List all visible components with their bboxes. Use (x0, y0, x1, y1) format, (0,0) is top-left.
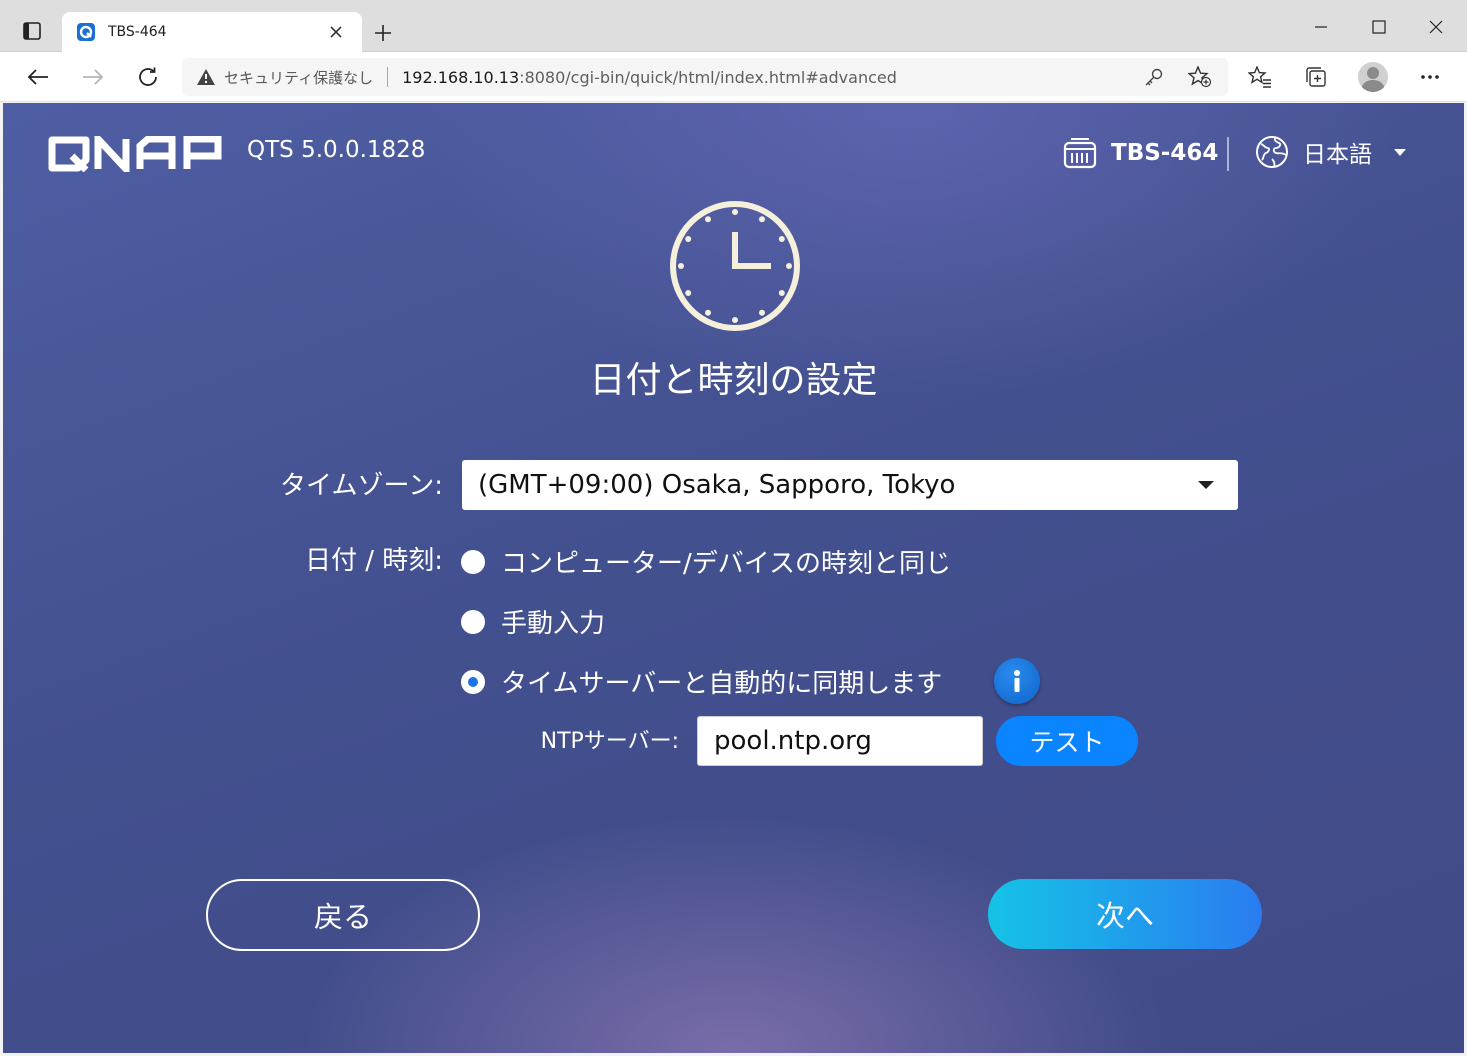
warning-icon (197, 69, 215, 85)
header-separator (1227, 137, 1229, 171)
back-nav-button[interactable] (20, 60, 56, 94)
refresh-icon (139, 67, 157, 86)
minimize-icon (1315, 26, 1327, 28)
key-icon (1145, 68, 1163, 86)
radio-label: コンピューター/デバイスの時刻と同じ (501, 549, 951, 579)
url-host: 192.168.10.13 (402, 67, 520, 87)
info-icon (1014, 670, 1020, 692)
settings-more-button[interactable] (1414, 62, 1446, 92)
device-name: TBS-464 (1111, 140, 1219, 166)
collections-icon (1306, 67, 1326, 87)
browser-nav-bar: セキュリティ保護なし 192.168.10.13:8080/cgi-bin/qu… (0, 52, 1467, 102)
maximize-icon (1372, 20, 1386, 34)
nas-device-icon (1063, 138, 1097, 169)
arrow-left-icon (27, 69, 48, 85)
close-window-button[interactable] (1413, 12, 1459, 42)
timezone-label: タイムゾーン: (280, 471, 443, 501)
profile-avatar[interactable] (1358, 62, 1388, 92)
new-tab-button[interactable] (368, 18, 398, 48)
os-version: QTS 5.0.0.1828 (247, 137, 426, 163)
address-separator (387, 67, 389, 87)
page-title: 日付と時刻の設定 (589, 360, 878, 401)
security-warning-text: セキュリティ保護なし (224, 68, 374, 87)
test-button[interactable]: テスト (996, 716, 1138, 766)
add-favorite-button[interactable] (1188, 66, 1212, 88)
timezone-select[interactable]: (GMT+09:00) Osaka, Sapporo, Tokyo (462, 460, 1238, 510)
qnap-favicon-icon (76, 22, 96, 42)
language-label: 日本語 (1303, 142, 1372, 168)
radio-option-manual[interactable]: 手動入力 (461, 603, 605, 640)
device-info: TBS-464 (1063, 137, 1218, 169)
timezone-value: (GMT+09:00) Osaka, Sapporo, Tokyo (478, 470, 956, 500)
qnap-logo (48, 130, 228, 178)
security-warning[interactable]: セキュリティ保護なし (196, 67, 373, 88)
tab-actions-icon (23, 22, 41, 40)
tab-actions-button[interactable] (14, 16, 50, 46)
arrow-right-icon (83, 69, 104, 85)
close-icon (1429, 20, 1443, 34)
info-button[interactable] (994, 658, 1040, 704)
favorites-list-icon (1248, 66, 1271, 88)
caret-down-icon (1198, 481, 1214, 489)
ntp-server-input[interactable] (697, 716, 983, 766)
close-icon (330, 26, 342, 38)
refresh-button[interactable] (130, 60, 166, 94)
password-key-button[interactable] (1142, 66, 1166, 88)
radio-label: タイムサーバーと自動的に同期します (501, 669, 943, 699)
radio-option-same-as-computer[interactable]: コンピューター/デバイスの時刻と同じ (461, 543, 951, 580)
star-add-icon (1188, 66, 1212, 88)
favorites-button[interactable] (1244, 62, 1276, 92)
minimize-button[interactable] (1298, 12, 1344, 42)
more-dots-icon (1421, 75, 1439, 79)
plus-icon (375, 25, 391, 41)
globe-icon (1256, 136, 1288, 168)
radio-button[interactable] (461, 549, 485, 574)
qts-setup-page: QTS 5.0.0.1828 TBS-464 日本語 日付と時刻の設定 タイムゾ… (3, 103, 1464, 1053)
collections-button[interactable] (1300, 62, 1332, 92)
url-path: :8080/cgi-bin/quick/html/index.html#adva… (519, 67, 897, 87)
browser-tab-bar: TBS-464 (0, 0, 1467, 52)
radio-button-checked[interactable] (461, 669, 485, 694)
next-button[interactable]: 次へ (988, 879, 1262, 949)
datetime-label: 日付 / 時刻: (304, 546, 443, 576)
maximize-button[interactable] (1356, 12, 1402, 42)
tab-title: TBS-464 (108, 24, 167, 40)
address-bar[interactable]: セキュリティ保護なし 192.168.10.13:8080/cgi-bin/qu… (182, 58, 1228, 96)
back-button[interactable]: 戻る (206, 879, 480, 951)
language-selector[interactable]: 日本語 (1255, 135, 1406, 169)
forward-nav-button[interactable] (75, 60, 111, 94)
browser-tab[interactable]: TBS-464 (62, 12, 362, 52)
clock-icon (670, 201, 800, 331)
radio-option-time-server[interactable]: タイムサーバーと自動的に同期します (461, 663, 942, 700)
radio-button[interactable] (461, 609, 485, 634)
ntp-server-label: NTPサーバー: (540, 729, 679, 754)
tab-close-button[interactable] (324, 20, 348, 44)
user-icon (1361, 67, 1385, 92)
radio-label: 手動入力 (501, 609, 606, 639)
caret-down-icon (1394, 148, 1406, 156)
